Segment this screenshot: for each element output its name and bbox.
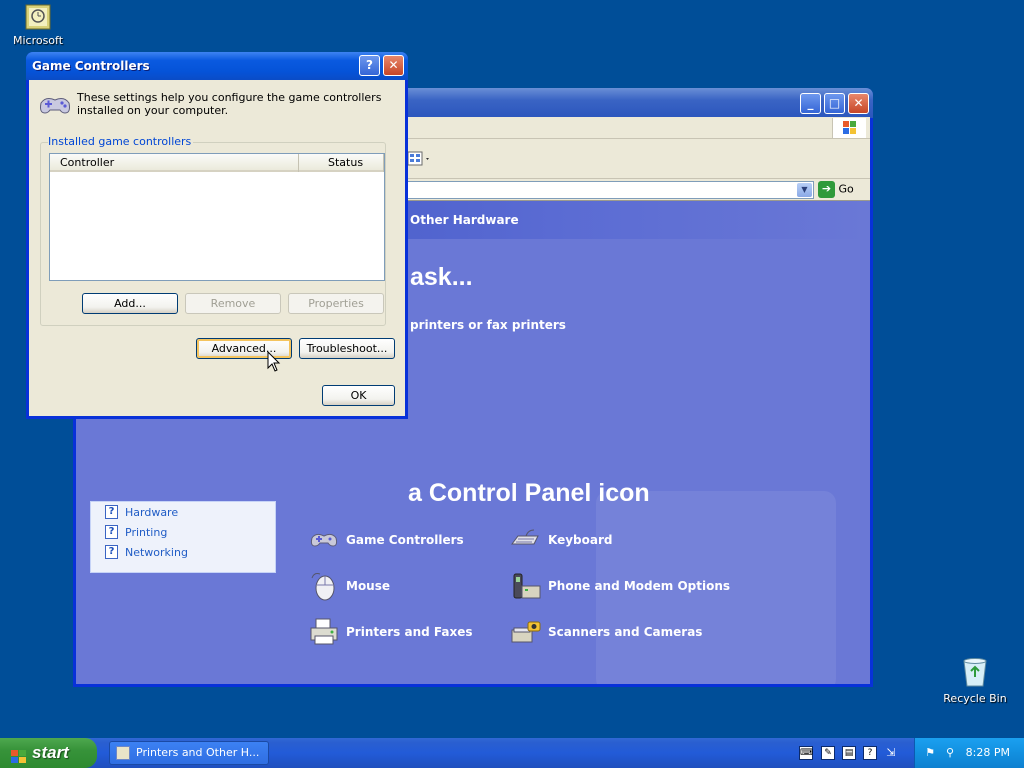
pick-task-heading: ask...: [410, 263, 473, 291]
control-panel-icon: [116, 746, 130, 760]
show-desktop-icon[interactable]: ⇲: [884, 746, 898, 760]
task-link-printers[interactable]: printers or fax printers: [410, 318, 566, 332]
start-label: start: [32, 743, 69, 762]
dialog-body: These settings help you configure the ga…: [29, 80, 405, 416]
category-title: Other Hardware: [410, 213, 519, 227]
help-tray-icon[interactable]: ?: [863, 746, 877, 760]
taskbar: start Printers and Other H... ⌨ ✎ ▤ ? ⇲ …: [0, 738, 1024, 768]
maximize-button[interactable]: □: [824, 93, 845, 114]
printer-icon: [308, 616, 340, 648]
cp-item-game-controllers[interactable]: Game Controllers: [308, 524, 464, 556]
mouse-cursor-icon: [267, 350, 281, 373]
column-header-status[interactable]: Status: [299, 154, 384, 172]
search-tray-icon[interactable]: ⚲: [943, 746, 957, 760]
desktop-icon-recycle-bin[interactable]: Recycle Bin: [942, 656, 1008, 705]
dialog-title-bar[interactable]: Game Controllers ? ✕: [26, 52, 408, 80]
taskbar-button-control-panel[interactable]: Printers and Other H...: [109, 741, 269, 765]
desktop-icon-microsoft[interactable]: Microsoft: [10, 4, 66, 47]
help-button[interactable]: ?: [359, 55, 380, 76]
cp-item-label: Game Controllers: [346, 533, 464, 547]
help-icon: ?: [105, 505, 118, 519]
system-tray: ⚑ ⚲ 8:28 PM: [914, 738, 1024, 768]
cp-item-label: Keyboard: [548, 533, 613, 547]
scanner-icon: [510, 616, 542, 648]
windows-flag-icon: [10, 745, 28, 763]
mouse-icon: [308, 570, 340, 602]
dialog-intro-text: These settings help you configure the ga…: [77, 91, 382, 117]
network-tray-icon[interactable]: ⚑: [923, 746, 937, 760]
ok-button[interactable]: OK: [322, 385, 395, 406]
gamepad-icon: [38, 91, 72, 119]
controller-list[interactable]: Controller Status: [49, 153, 385, 281]
keyboard-tray-icon[interactable]: ⌨: [799, 746, 813, 760]
recycle-bin-icon: [960, 656, 990, 688]
address-input[interactable]: [376, 181, 814, 199]
group-label: Installed game controllers: [48, 135, 194, 148]
go-label: Go: [838, 182, 854, 196]
list-header: Controller Status: [50, 154, 384, 172]
column-header-controller[interactable]: Controller: [50, 154, 299, 172]
views-button[interactable]: [406, 149, 432, 169]
start-button[interactable]: start: [0, 738, 97, 768]
troubleshoot-button[interactable]: Troubleshoot...: [299, 338, 395, 359]
taskbar-button-label: Printers and Other H...: [136, 746, 260, 759]
cp-item-label: Phone and Modem Options: [548, 579, 731, 593]
dialog-close-button[interactable]: ✕: [383, 55, 404, 76]
cp-item-label: Scanners and Cameras: [548, 625, 703, 639]
cp-item-phone-modem[interactable]: Phone and Modem Options: [510, 570, 730, 602]
display-tray-icon[interactable]: ▤: [842, 746, 856, 760]
outlook-icon: [25, 4, 51, 30]
cp-item-keyboard[interactable]: Keyboard: [510, 524, 613, 556]
game-controllers-dialog: Game Controllers ? ✕ These settings help…: [26, 52, 408, 419]
pen-tray-icon[interactable]: ✎: [821, 746, 835, 760]
go-button[interactable]: ➔ Go: [818, 181, 864, 199]
address-dropdown-button[interactable]: ▼: [797, 183, 812, 197]
phone-modem-icon: [510, 570, 542, 602]
cp-item-label: Printers and Faxes: [346, 625, 473, 639]
see-also-printing[interactable]: ? Printing: [91, 522, 275, 542]
see-also-label: Hardware: [125, 505, 179, 519]
dialog-title: Game Controllers: [32, 59, 150, 73]
cp-item-printers-faxes[interactable]: Printers and Faxes: [308, 616, 473, 648]
properties-button[interactable]: Properties: [288, 293, 384, 314]
add-button[interactable]: Add...: [82, 293, 178, 314]
windows-logo-icon: [832, 118, 866, 138]
cp-item-label: Mouse: [346, 579, 391, 593]
minimize-button[interactable]: _: [800, 93, 821, 114]
help-icon: ?: [105, 545, 118, 559]
see-also-label: Networking: [125, 545, 188, 559]
go-arrow-icon: ➔: [818, 181, 835, 198]
close-button[interactable]: ✕: [848, 93, 869, 114]
clock: 8:28 PM: [965, 746, 1010, 759]
remove-button[interactable]: Remove: [185, 293, 281, 314]
see-also-networking[interactable]: ? Networking: [91, 542, 275, 562]
desktop-icon-label: Microsoft: [12, 34, 64, 47]
see-also-hardware[interactable]: ? Hardware: [91, 502, 275, 522]
cp-item-scanners-cameras[interactable]: Scanners and Cameras: [510, 616, 702, 648]
keyboard-icon: [510, 524, 542, 556]
see-also-panel: ? Hardware ? Printing ? Networking: [90, 501, 276, 573]
help-icon: ?: [105, 525, 118, 539]
see-also-label: Printing: [125, 525, 168, 539]
gamepad-icon: [308, 524, 340, 556]
desktop-icon-label: Recycle Bin: [943, 692, 1007, 705]
cp-item-mouse[interactable]: Mouse: [308, 570, 390, 602]
